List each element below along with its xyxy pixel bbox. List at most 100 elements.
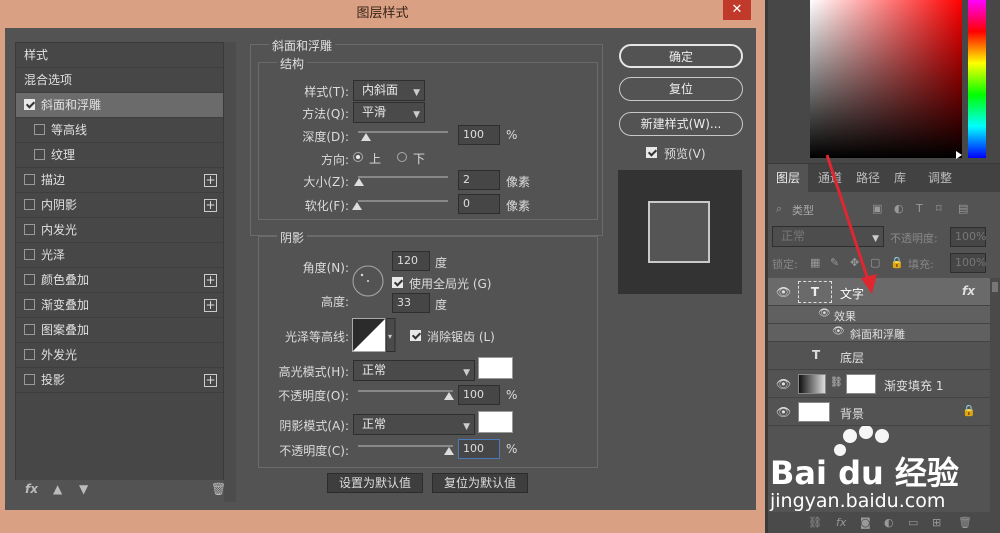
size-slider-track[interactable]: [358, 176, 448, 178]
set-default-button[interactable]: 设置为默认值: [327, 473, 423, 493]
style-list-item[interactable]: 颜色叠加 +: [16, 268, 223, 293]
shadow-mode-select[interactable]: 正常 ▼: [353, 414, 475, 435]
style-list-scrollbar[interactable]: [224, 42, 236, 502]
gloss-contour-picker[interactable]: ▾: [352, 318, 396, 352]
direction-down-radio[interactable]: [397, 152, 407, 162]
style-list-item[interactable]: 图案叠加: [16, 318, 223, 343]
style-list-item[interactable]: 投影 +: [16, 368, 223, 393]
style-checkbox[interactable]: [24, 349, 35, 360]
layer-row-gradient[interactable]: 👁 ⛓ 渐变填充 1: [768, 370, 990, 398]
layer-row-background[interactable]: 👁 背景 🔒: [768, 398, 990, 426]
text-filter-icon[interactable]: T: [916, 202, 923, 215]
soften-slider-handle[interactable]: [352, 202, 362, 210]
panel-tab[interactable]: 调整: [928, 164, 952, 192]
technique-select[interactable]: 平滑 ▼: [353, 102, 425, 123]
direction-up-radio[interactable]: [353, 152, 363, 162]
blend-mode-select[interactable]: 正常 ▼: [772, 226, 884, 247]
soften-slider-track[interactable]: [358, 200, 448, 202]
lock-icon[interactable]: 🔒: [890, 256, 904, 269]
antialias-checkbox[interactable]: [410, 330, 421, 341]
visibility-eye-icon[interactable]: 👁: [776, 285, 791, 299]
visibility-eye-icon[interactable]: 👁: [818, 308, 831, 319]
highlight-opacity-track[interactable]: [358, 390, 453, 392]
style-list-item[interactable]: 混合选项: [16, 68, 223, 93]
effect-bevel-row[interactable]: 👁 斜面和浮雕: [768, 324, 990, 342]
reset-default-button[interactable]: 复位为默认值: [432, 473, 528, 493]
color-field[interactable]: [810, 0, 962, 158]
style-list-item[interactable]: 光泽: [16, 243, 223, 268]
size-input[interactable]: 2: [458, 170, 500, 190]
add-effect-icon[interactable]: +: [204, 374, 217, 387]
reset-button[interactable]: 复位: [619, 77, 743, 101]
soften-input[interactable]: 0: [458, 194, 500, 214]
fx-button[interactable]: fx: [25, 482, 38, 496]
shadow-opacity-input[interactable]: 100: [458, 439, 500, 459]
style-checkbox[interactable]: [34, 124, 45, 135]
style-checkbox[interactable]: [24, 199, 35, 210]
preview-checkbox[interactable]: [646, 147, 657, 158]
brush-icon[interactable]: ✎: [830, 256, 839, 269]
style-list-item[interactable]: 样式: [16, 43, 223, 68]
new-style-button[interactable]: 新建样式(W)...: [619, 112, 743, 136]
depth-slider-track[interactable]: [358, 131, 448, 133]
shadow-color-swatch[interactable]: [478, 411, 513, 433]
highlight-opacity-input[interactable]: 100: [458, 385, 500, 405]
layer-opacity-input[interactable]: 100%: [950, 227, 986, 247]
link-icon[interactable]: ⛓: [830, 377, 843, 388]
hue-slider-marker[interactable]: [956, 151, 962, 159]
visibility-eye-icon[interactable]: 👁: [776, 405, 791, 419]
style-list-item[interactable]: 纹理: [16, 143, 223, 168]
fill-input[interactable]: 100%: [950, 253, 986, 273]
style-list-item[interactable]: 渐变叠加 +: [16, 293, 223, 318]
shape-filter-icon[interactable]: ⌑: [936, 202, 942, 215]
style-checkbox[interactable]: [24, 299, 35, 310]
style-list-item[interactable]: 外发光: [16, 343, 223, 368]
adjustment-filter-icon[interactable]: ◐: [894, 202, 904, 215]
style-checkbox[interactable]: [24, 174, 35, 185]
add-effect-icon[interactable]: +: [204, 274, 217, 287]
style-list-item[interactable]: 内阴影 +: [16, 193, 223, 218]
fx-badge[interactable]: fx: [962, 284, 975, 298]
image-filter-icon[interactable]: ▣: [872, 202, 882, 215]
close-button[interactable]: ✕: [723, 0, 751, 20]
style-checkbox[interactable]: [24, 324, 35, 335]
style-checkbox[interactable]: [24, 274, 35, 285]
shadow-opacity-track[interactable]: [358, 445, 453, 447]
panel-tab[interactable]: 库: [894, 164, 906, 192]
panel-tab[interactable]: 通道: [818, 164, 842, 192]
altitude-input[interactable]: 33: [392, 293, 430, 313]
arrow-up-icon[interactable]: ▲: [53, 482, 62, 496]
move-icon[interactable]: ✥: [850, 256, 859, 269]
style-list-item[interactable]: 描边 +: [16, 168, 223, 193]
arrow-down-icon[interactable]: ▼: [79, 482, 88, 496]
visibility-eye-icon[interactable]: 👁: [832, 326, 845, 337]
size-slider-handle[interactable]: [354, 178, 364, 186]
highlight-opacity-handle[interactable]: [444, 392, 454, 400]
filter-kind-label[interactable]: 类型: [792, 202, 814, 218]
artboard-icon[interactable]: ▢: [870, 256, 880, 269]
style-list-item[interactable]: 等高线: [16, 118, 223, 143]
add-effect-icon[interactable]: +: [204, 174, 217, 187]
style-checkbox[interactable]: [34, 149, 45, 160]
layer-row-base[interactable]: T 底层: [768, 342, 990, 370]
ok-button[interactable]: 确定: [619, 44, 743, 68]
depth-slider-handle[interactable]: [361, 133, 371, 141]
add-effect-icon[interactable]: +: [204, 199, 217, 212]
smart-object-filter-icon[interactable]: ▤: [958, 202, 968, 215]
style-checkbox[interactable]: [24, 224, 35, 235]
visibility-eye-icon[interactable]: 👁: [776, 377, 791, 391]
highlight-mode-select[interactable]: 正常 ▼: [353, 360, 475, 381]
style-checkbox[interactable]: [24, 99, 35, 110]
style-checkbox[interactable]: [24, 249, 35, 260]
highlight-color-swatch[interactable]: [478, 357, 513, 379]
shadow-opacity-handle[interactable]: [444, 447, 454, 455]
angle-input[interactable]: 120: [392, 251, 430, 271]
layer-row-text[interactable]: 👁 T 文字 fx: [768, 278, 990, 306]
style-list-item[interactable]: 内发光: [16, 218, 223, 243]
style-select[interactable]: 内斜面 ▼: [353, 80, 425, 101]
scrollbar-thumb[interactable]: [992, 282, 998, 292]
trash-icon[interactable]: 🗑: [211, 482, 226, 496]
hue-slider[interactable]: [968, 0, 986, 158]
angle-dial[interactable]: [351, 264, 385, 298]
depth-input[interactable]: 100: [458, 125, 500, 145]
